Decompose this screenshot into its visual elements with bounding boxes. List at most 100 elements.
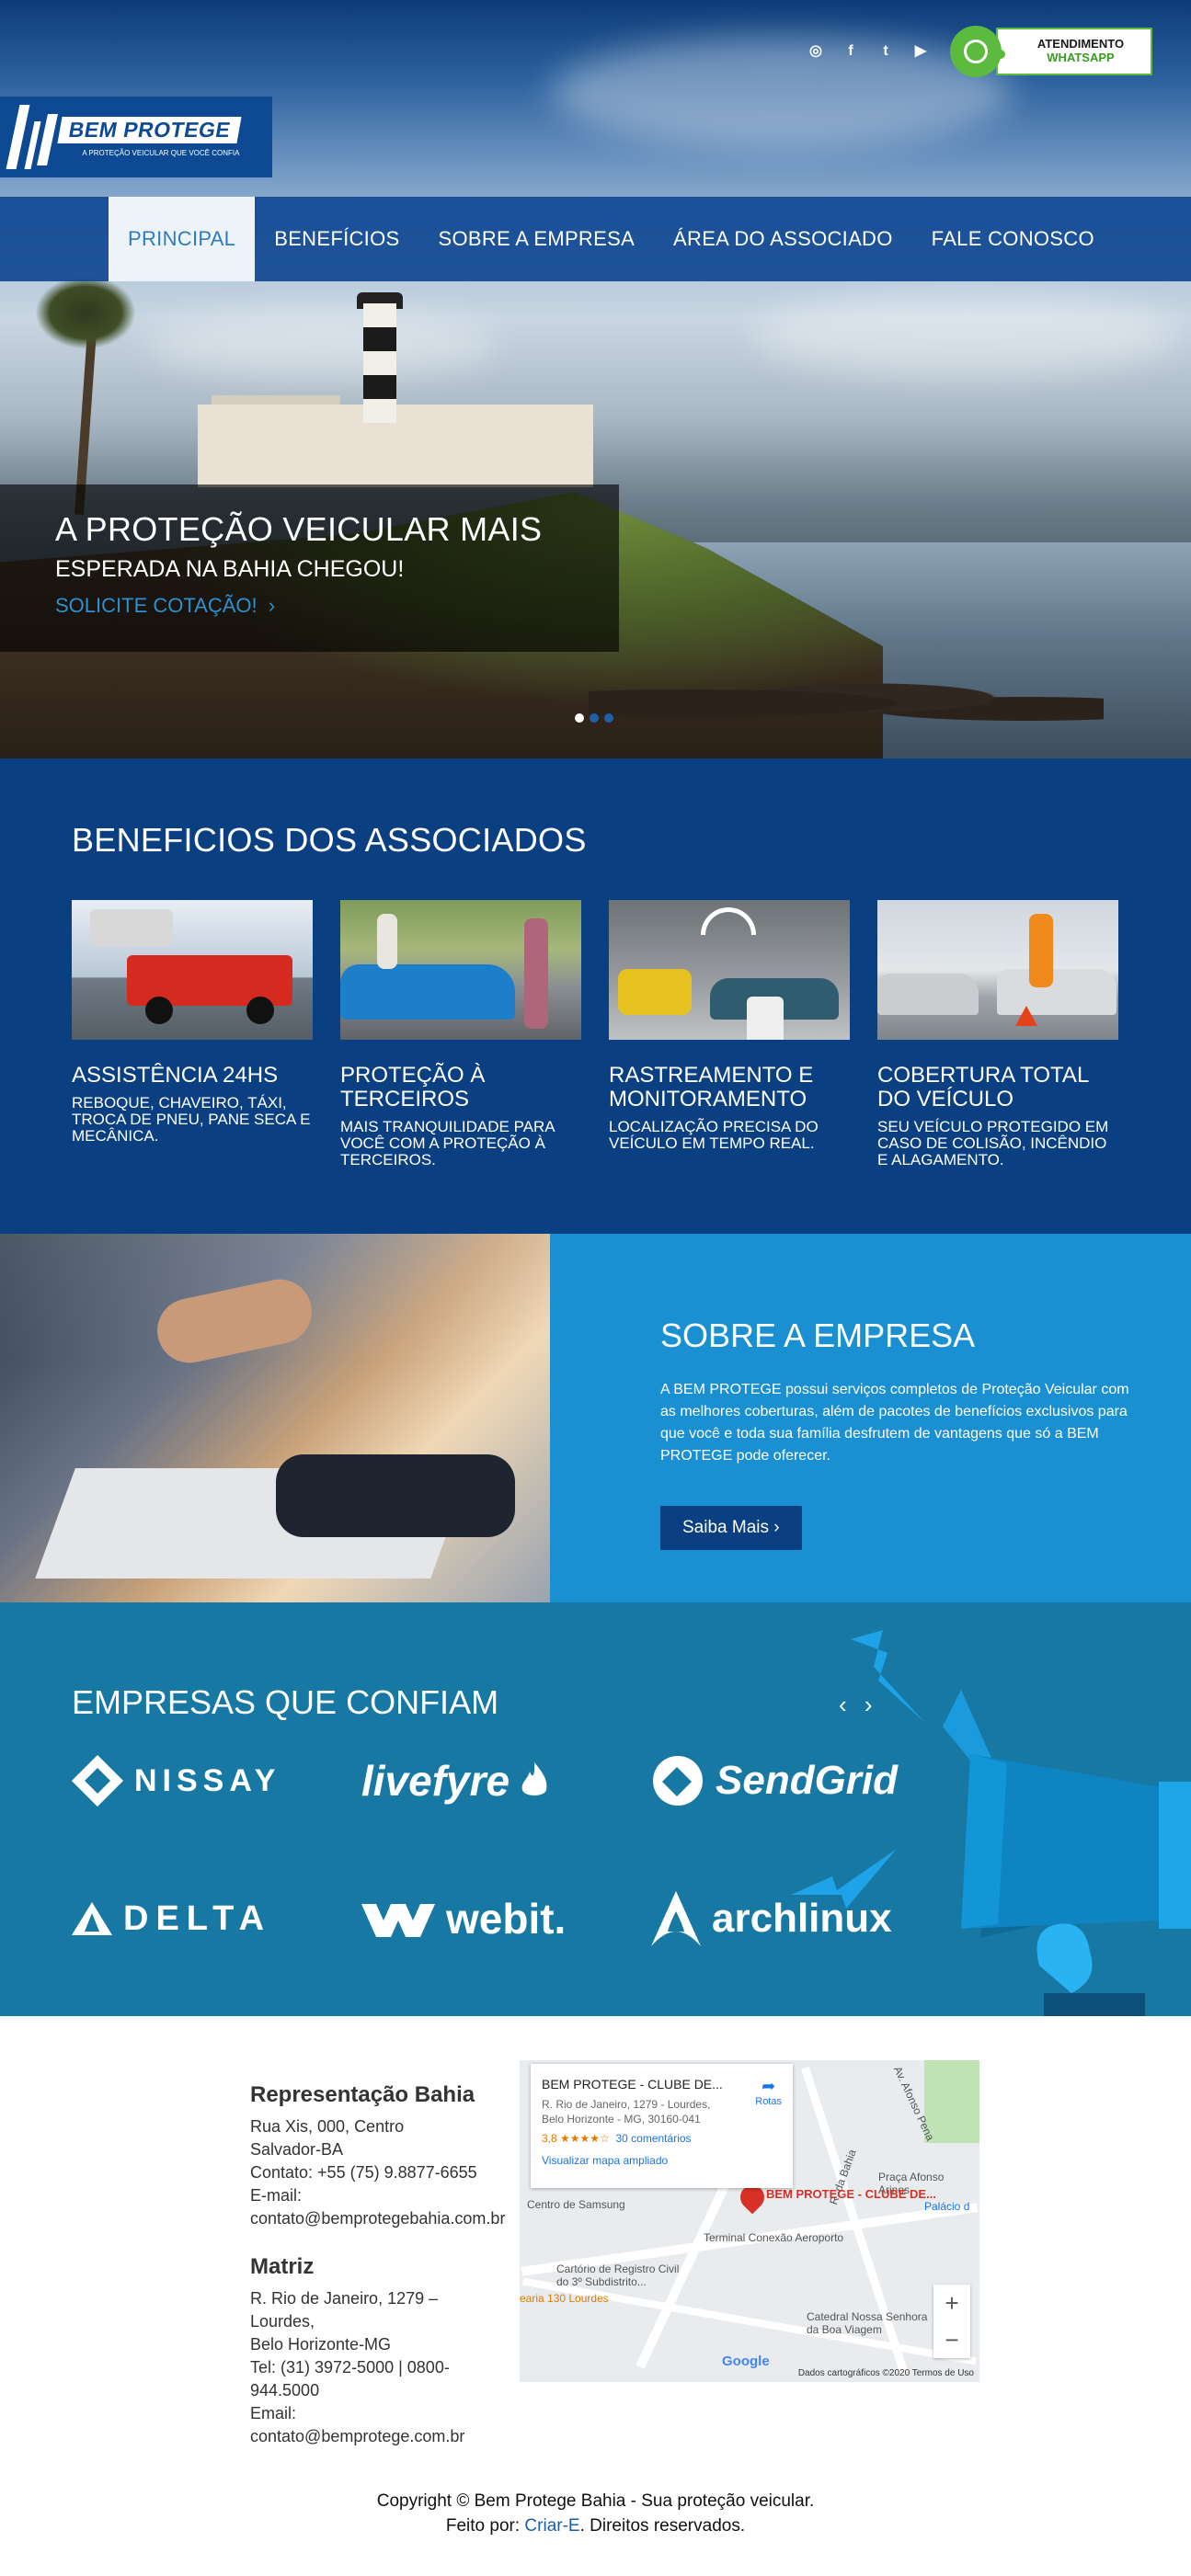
matriz-title: Matriz	[250, 2254, 315, 2279]
palm-tree-image	[35, 276, 136, 349]
main-nav: PRINCIPAL BENEFÍCIOS SOBRE A EMPRESA ÁRE…	[0, 197, 1191, 281]
handshake-image	[0, 1234, 550, 1602]
matriz-email-link[interactable]: contato@bemprotege.com.br	[250, 2427, 464, 2445]
benefits-title: BENEFICIOS DOS ASSOCIADOS	[72, 821, 587, 859]
map-info-card: BEM PROTEGE - CLUBE DE... R. Rio de Jane…	[531, 2064, 793, 2188]
map-label: Catedral Nossa Senhora da Boa Viagem	[807, 2310, 928, 2336]
benefit-text: MAIS TRANQUILIDADE PARA VOCÊ COM A PROTE…	[340, 1118, 555, 1168]
zoom-out-button[interactable]: −	[945, 2326, 958, 2354]
logo-tagline: A PROTEÇÃO VEICULAR QUE VOCÊ CONFIA	[82, 149, 240, 157]
nav-item-area-associado[interactable]: ÁREA DO ASSOCIADO	[654, 197, 912, 281]
tracking-image	[609, 900, 850, 1040]
map-pin-label: BEM PROTEGE - CLUBE DE...	[766, 2187, 936, 2201]
bahia-email-link[interactable]: contato@bemprotegebahia.com.br	[250, 2209, 505, 2228]
nav-item-principal[interactable]: PRINCIPAL	[109, 197, 256, 281]
map-card-title: BEM PROTEGE - CLUBE DE...	[542, 2077, 723, 2092]
map-zoom-controls: + −	[933, 2285, 970, 2358]
slider-dots	[575, 713, 613, 723]
benefit-text: LOCALIZAÇÃO PRECISA DO VEÍCULO EM TEMPO …	[609, 1118, 819, 1152]
nav-item-beneficios[interactable]: BENEFÍCIOS	[255, 197, 418, 281]
facebook-icon[interactable]: f	[842, 42, 860, 61]
car-crash-image	[340, 900, 581, 1040]
map-attribution[interactable]: Dados cartográficos ©2020 Termos de Uso	[798, 2368, 974, 2378]
instagram-icon[interactable]: ◎	[807, 42, 825, 61]
hero-subline: ESPERADA NA BAHIA CHEGOU!	[55, 556, 405, 582]
map-card-address: R. Rio de Janeiro, 1279 - Lourdes, Belo H…	[542, 2098, 711, 2126]
cloud-decoration	[754, 294, 1177, 377]
full-coverage-image	[877, 900, 1118, 1040]
matriz-address: R. Rio de Janeiro, 1279 – Lourdes, Belo …	[250, 2289, 465, 2445]
benefit-title: RASTREAMENTO E MONITORAMENTO	[609, 1063, 814, 1111]
about-title: SOBRE A EMPRESA	[660, 1316, 976, 1354]
client-logo-sendgrid: SendGrid	[651, 1753, 941, 1808]
map-label: Terminal Conexão Aeroporto	[704, 2231, 844, 2244]
directions-button[interactable]: ➦ Rotas	[755, 2077, 782, 2107]
benefit-card: PROTEÇÃO À TERCEIROS MAIS TRANQUILIDADE …	[340, 900, 581, 1168]
google-map[interactable]: Centro de Samsung Terminal Conexão Aerop…	[520, 2060, 979, 2382]
site-logo[interactable]: BEM PROTEGE A PROTEÇÃO VEICULAR QUE VOCÊ…	[0, 97, 272, 177]
copyright-text: Copyright © Bem Protege Bahia - Sua prot…	[376, 2491, 815, 2511]
made-by-suffix: . Direitos reservados.	[579, 2516, 746, 2536]
saiba-mais-button[interactable]: Saiba Mais ›	[660, 1506, 802, 1550]
benefit-text: REBOQUE, CHAVEIRO, TÁXI, TROCA DE PNEU, …	[72, 1094, 311, 1145]
youtube-icon[interactable]: ▶	[911, 42, 930, 61]
reviews-link[interactable]: 30 comentários	[615, 2132, 691, 2145]
client-logo-webit: webit.	[361, 1891, 651, 1946]
cloud-decoration	[147, 313, 497, 377]
flame-icon	[521, 1762, 547, 1795]
webit-icon	[361, 1904, 435, 1937]
carousel-arrows[interactable]: ‹ ›	[839, 1691, 878, 1719]
lightning-icon	[851, 1630, 924, 1722]
directions-icon: ➦	[762, 2077, 776, 2095]
clients-section: EMPRESAS QUE CONFIAM ‹ › NISSAY livefyre…	[0, 1602, 1191, 2016]
about-body: A BEM PROTEGE possui serviços completos …	[660, 1382, 1129, 1464]
addresses: Representação Bahia Rua Xis, 000, Centro…	[250, 2082, 517, 2448]
top-bar: ◎ f t ▶ ATENDIMENTO WHATSAPP	[807, 26, 1152, 77]
lighthouse-image	[363, 303, 396, 423]
google-logo: Google	[722, 2354, 770, 2369]
arch-icon	[651, 1891, 701, 1946]
bahia-address: Rua Xis, 000, Centro Salvador-BA Contato…	[250, 2117, 506, 2228]
slider-dot[interactable]	[604, 713, 613, 723]
chevron-right-icon: ›	[268, 594, 276, 617]
whatsapp-line-1: ATENDIMENTO	[1036, 37, 1125, 51]
logo-mark-icon	[6, 105, 58, 169]
delta-icon	[72, 1902, 112, 1935]
hero-caption: A PROTEÇÃO VEICULAR MAIS ESPERADA NA BAH…	[0, 484, 619, 652]
client-logo-livefyre: livefyre	[361, 1753, 651, 1808]
whatsapp-button[interactable]: ATENDIMENTO WHATSAPP	[950, 26, 1152, 77]
client-logo-delta: DELTA	[72, 1891, 361, 1946]
whatsapp-icon	[950, 26, 1002, 77]
lightning-icon	[791, 1849, 897, 1909]
sendgrid-icon	[653, 1756, 703, 1806]
map-label: Centro de Samsung	[527, 2198, 625, 2211]
rocks-image	[589, 676, 1104, 731]
larger-map-link[interactable]: Visualizar mapa ampliado	[542, 2154, 782, 2167]
benefit-title: COBERTURA TOTAL DO VEÍCULO	[877, 1063, 1089, 1111]
slider-dot[interactable]	[590, 713, 599, 723]
megaphone-illustration	[943, 1690, 1191, 2016]
tow-truck-image	[72, 900, 313, 1040]
twitter-icon[interactable]: t	[876, 42, 895, 61]
nav-item-sobre[interactable]: SOBRE A EMPRESA	[418, 197, 654, 281]
zoom-in-button[interactable]: +	[945, 2289, 958, 2318]
slider-dot[interactable]	[575, 713, 584, 723]
bahia-title: Representação Bahia	[250, 2082, 475, 2107]
logo-brand: BEM PROTEGE	[57, 117, 243, 143]
benefit-card: COBERTURA TOTAL DO VEÍCULO SEU VEÍCULO P…	[877, 900, 1118, 1168]
benefits-section: BENEFICIOS DOS ASSOCIADOS ASSISTÊNCIA 24…	[0, 758, 1191, 1234]
map-label: earia 130 Lourdes	[520, 2292, 609, 2305]
benefit-title: PROTEÇÃO À TERCEIROS	[340, 1063, 486, 1111]
quote-link[interactable]: SOLICITE COTAÇÃO! ›	[55, 594, 275, 618]
whatsapp-line-2: WHATSAPP	[1047, 51, 1115, 64]
map-card-rating: 3,8 ★★★★☆ 30 comentários	[542, 2132, 692, 2145]
nav-item-fale-conosco[interactable]: FALE CONOSCO	[912, 197, 1114, 281]
footer: Representação Bahia Rua Xis, 000, Centro…	[0, 2016, 1191, 2576]
benefit-card: RASTREAMENTO E MONITORAMENTO LOCALIZAÇÃO…	[609, 900, 850, 1168]
benefit-card: ASSISTÊNCIA 24HS REBOQUE, CHAVEIRO, TÁXI…	[72, 900, 313, 1168]
nissay-icon	[72, 1755, 123, 1807]
benefit-text: SEU VEÍCULO PROTEGIDO EM CASO DE COLISÃO…	[877, 1118, 1109, 1168]
criar-e-link[interactable]: Criar-E	[524, 2516, 579, 2536]
hero-slider: ◎ f t ▶ ATENDIMENTO WHATSAPP BEM PROTEGE…	[0, 0, 1191, 758]
benefit-title: ASSISTÊNCIA 24HS	[72, 1063, 279, 1088]
